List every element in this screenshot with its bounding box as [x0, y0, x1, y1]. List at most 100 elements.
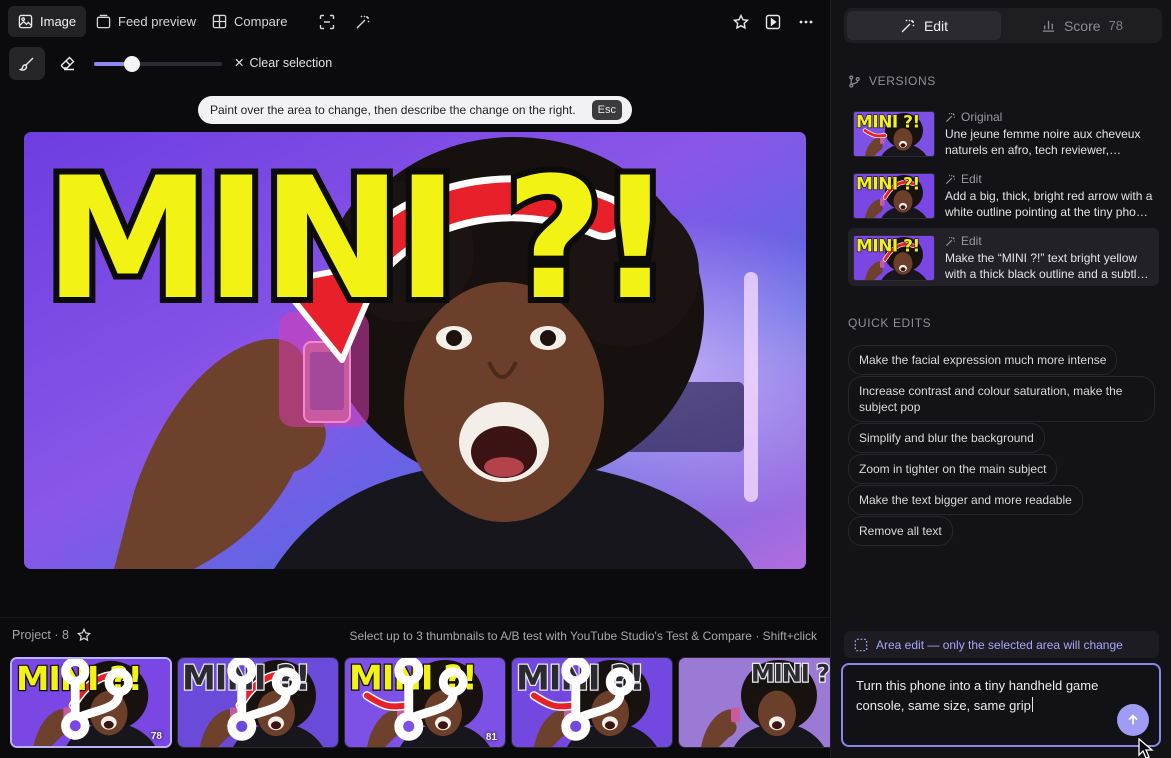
play-preview-button[interactable] — [759, 8, 787, 36]
project-thumbnail[interactable]: MINI ?! 81 — [344, 657, 506, 748]
brush-toolbar: ✕ Clear selection — [0, 44, 830, 84]
project-thumbnail[interactable]: MINI ?! 78 — [10, 657, 172, 748]
prompt-text: Turn this phone into a tiny handheld gam… — [856, 678, 1099, 713]
edit-tab-label: Edit — [923, 17, 949, 34]
version-thumbnail: MINI ?! — [853, 173, 935, 219]
project-thumbnail[interactable]: MINI ?! — [511, 657, 673, 748]
image-tab[interactable]: Image — [8, 6, 87, 37]
thumbnail-art: MINI ?! — [854, 174, 934, 218]
magic-wand-icon — [945, 174, 956, 184]
bar-chart-icon — [1042, 20, 1055, 32]
close-icon: ✕ — [234, 56, 245, 70]
version-description: Add a big, thick, bright red arrow with … — [945, 189, 1153, 219]
branch-icon — [227, 658, 301, 741]
score-tab[interactable]: Score 78 — [1005, 11, 1159, 40]
editor-workspace: Image Feed preview Compare ✕ Clear selec… — [0, 0, 830, 758]
project-count: Project · 8 — [12, 628, 69, 642]
top-toolbar: Image Feed preview Compare — [0, 0, 830, 44]
thumbnail-art: MINI ?! — [854, 112, 934, 156]
version-thumbnail: MINI ?! — [853, 111, 935, 157]
project-label: Project · 8 — [12, 628, 91, 642]
magic-wand-button[interactable] — [349, 8, 377, 36]
quick-edits-heading: QUICK EDITS — [848, 316, 931, 330]
thumbnail-headline: MINI ?! — [856, 174, 920, 194]
quick-edit-chip[interactable]: Make the text bigger and more readable — [848, 485, 1083, 515]
thumbnail-headline: MINI ?! — [856, 112, 920, 132]
text-caret — [1031, 697, 1033, 712]
eraser-tool-button[interactable] — [54, 49, 82, 77]
thumbnail-artwork: MINI ?! — [24, 132, 806, 569]
escape-key-badge[interactable]: Esc — [591, 100, 622, 120]
favorite-button[interactable] — [727, 8, 755, 36]
brush-icon — [19, 57, 34, 71]
magic-wand-icon — [945, 112, 956, 122]
star-icon — [733, 14, 749, 30]
thumbnail-canvas[interactable]: MINI ?! — [24, 132, 806, 569]
versions-title: VERSIONS — [869, 74, 936, 88]
version-tag-label: Original — [961, 110, 1003, 124]
project-thumbnail[interactable]: MINI ?! — [678, 657, 830, 748]
branch-icon — [849, 74, 860, 88]
feed-preview-tab[interactable]: Feed preview — [86, 6, 206, 37]
image-icon — [18, 14, 33, 29]
quick-edits-title: QUICK EDITS — [848, 316, 932, 330]
branch-icon — [61, 659, 133, 740]
panel-tabs: Edit Score 78 — [844, 8, 1162, 43]
quick-edit-chip[interactable]: Make the facial expression much more int… — [848, 345, 1118, 375]
versions-heading: VERSIONS — [848, 74, 936, 88]
branch-icon — [394, 658, 468, 741]
thumbnail-art: MINI ?! — [854, 236, 934, 280]
version-thumbnail: MINI ?! — [853, 235, 935, 281]
quick-edit-chip[interactable]: Remove all text — [848, 516, 953, 546]
version-item[interactable]: MINI ?! Original Une jeune femme noire a… — [848, 104, 1159, 162]
quick-edit-chip[interactable]: Simplify and blur the background — [848, 423, 1045, 453]
feed-preview-label: Feed preview — [118, 14, 197, 29]
version-tag-label: Edit — [961, 234, 982, 248]
focus-frame-icon — [319, 14, 335, 30]
clear-selection-label: Clear selection — [249, 55, 333, 70]
version-description: Make the “MINI ?!” text bright yellow wi… — [945, 251, 1144, 281]
version-tag: Edit — [945, 172, 982, 186]
star-icon[interactable] — [76, 628, 91, 642]
mouse-pointer-icon — [1138, 738, 1154, 758]
paint-hint-text: Paint over the area to change, then desc… — [210, 103, 576, 117]
thumbnail-strip: MINI ?! 78 MINI ?! MINI ?! 81 MINI ?! MI… — [10, 657, 830, 748]
version-tag-label: Edit — [961, 172, 982, 186]
thumbnail-score: 78 — [150, 731, 162, 742]
compare-label: Compare — [234, 14, 288, 29]
prompt-text-wrapper: Turn this phone into a tiny handheld gam… — [856, 676, 1126, 716]
canvas-headline: MINI ?! — [44, 141, 667, 337]
image-tab-label: Image — [40, 14, 77, 29]
edit-tab[interactable]: Edit — [847, 11, 1001, 40]
project-strip: Project · 8 Select up to 3 thumbnails to… — [0, 617, 830, 758]
version-tag: Edit — [945, 234, 982, 248]
version-item[interactable]: MINI ?! Edit Add a big, thick, bright re… — [848, 166, 1159, 224]
ab-test-hint: Select up to 3 thumbnails to A/B test wi… — [349, 629, 817, 643]
edit-prompt-input[interactable]: Turn this phone into a tiny handheld gam… — [841, 663, 1161, 747]
focus-frame-button[interactable] — [313, 8, 341, 36]
quick-edit-chip[interactable]: Increase contrast and colour saturation,… — [848, 376, 1155, 422]
area-edit-notice: Area edit — only the selected area will … — [844, 631, 1159, 658]
version-item[interactable]: MINI ?! Edit Make the “MINI ?!” text bri… — [848, 228, 1159, 286]
selection-area-icon — [854, 638, 868, 651]
play-square-icon — [765, 14, 781, 30]
brush-size-slider[interactable] — [94, 56, 222, 72]
area-edit-text: Area edit — only the selected area will … — [876, 637, 1123, 652]
brush-size-handle[interactable] — [124, 56, 141, 72]
paint-hint-tooltip: Paint over the area to change, then desc… — [198, 96, 632, 124]
quick-edit-chip[interactable]: Zoom in tighter on the main subject — [848, 454, 1058, 484]
version-tag: Original — [945, 110, 1002, 124]
eraser-icon — [60, 56, 75, 71]
version-description: Une jeune femme noire aux cheveux nature… — [945, 127, 1141, 157]
brush-tool-button[interactable] — [9, 47, 45, 80]
send-button[interactable] — [1117, 704, 1149, 736]
edit-panel: Edit Score 78 VERSIONS MINI ?! Original … — [830, 0, 1171, 758]
compare-tab[interactable]: Compare — [202, 6, 297, 37]
thumbnail-headline: MINI ?! — [751, 660, 830, 688]
more-options-button[interactable] — [792, 8, 820, 36]
clear-selection-button[interactable]: ✕ Clear selection — [234, 55, 333, 71]
branch-icon — [561, 658, 635, 741]
project-thumbnail[interactable]: MINI ?! — [177, 657, 339, 748]
feed-preview-icon — [96, 14, 111, 29]
thumbnail-art: MINI ?! — [679, 658, 830, 747]
